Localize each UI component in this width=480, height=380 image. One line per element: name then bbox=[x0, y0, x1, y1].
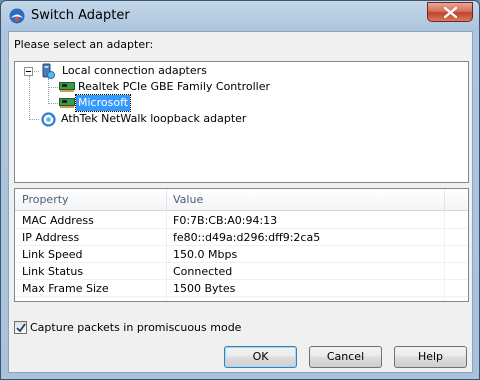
column-divider[interactable] bbox=[444, 189, 445, 211]
help-button[interactable]: Help bbox=[394, 346, 467, 368]
tree-node-label: AthTek NetWalk loopback adapter bbox=[61, 112, 247, 125]
property-value: F0:7B:CB:A0:94:13 bbox=[173, 214, 278, 227]
select-adapter-prompt: Please select an adapter: bbox=[14, 38, 154, 51]
table-row[interactable]: MAC Address F0:7B:CB:A0:94:13 bbox=[15, 212, 468, 229]
property-name: IP Address bbox=[22, 231, 80, 244]
loopback-adapter-icon bbox=[41, 112, 57, 130]
checkmark-icon bbox=[16, 323, 26, 333]
title-bar[interactable]: Switch Adapter bbox=[1, 1, 479, 31]
dialog-body: Please select an adapter: Local connecti… bbox=[8, 31, 473, 373]
tree-node-label: Realtek PCIe GBE Family Controller bbox=[78, 80, 271, 93]
computer-icon bbox=[41, 63, 55, 82]
table-row[interactable]: Link Status Connected bbox=[15, 263, 468, 280]
ok-button[interactable]: OK bbox=[224, 346, 297, 368]
tree-connector bbox=[48, 103, 58, 104]
properties-list[interactable]: Property Value MAC Address F0:7B:CB:A0:9… bbox=[14, 188, 469, 302]
property-name: Link Status bbox=[22, 265, 84, 278]
promiscuous-checkbox[interactable] bbox=[14, 321, 27, 334]
column-header-property[interactable]: Property bbox=[15, 189, 69, 211]
tree-connector bbox=[29, 76, 30, 120]
app-icon bbox=[9, 8, 25, 24]
tree-node-label: Local connection adapters bbox=[62, 64, 207, 77]
tree-node-loopback[interactable]: AthTek NetWalk loopback adapter bbox=[41, 111, 281, 127]
property-name: Max Frame Size bbox=[22, 282, 109, 295]
tree-node-realtek[interactable]: Realtek PCIe GBE Family Controller bbox=[59, 79, 319, 95]
table-row[interactable]: IP Address fe80::d49a:d296:dff9:2ca5 bbox=[15, 229, 468, 246]
switch-adapter-dialog: Switch Adapter Please select an adapter: bbox=[0, 0, 480, 380]
property-value: fe80::d49a:d296:dff9:2ca5 bbox=[173, 231, 321, 244]
collapse-toggle[interactable] bbox=[24, 67, 33, 76]
cancel-button[interactable]: Cancel bbox=[309, 346, 382, 368]
property-value: 1500 Bytes bbox=[173, 282, 236, 295]
property-name: MAC Address bbox=[22, 214, 94, 227]
tree-connector bbox=[29, 119, 39, 120]
column-header-value[interactable]: Value bbox=[166, 189, 203, 211]
promiscuous-label[interactable]: Capture packets in promiscuous mode bbox=[30, 320, 241, 336]
adapter-tree[interactable]: Local connection adapters Realtek PCIe G… bbox=[14, 61, 469, 183]
property-name: Link Speed bbox=[22, 248, 83, 261]
close-button[interactable] bbox=[427, 2, 473, 22]
network-card-icon bbox=[59, 82, 75, 95]
tree-node-local-adapters[interactable]: Local connection adapters bbox=[24, 63, 224, 79]
tree-node-microsoft[interactable]: Microsoft bbox=[59, 94, 199, 112]
property-value: 150.0 Mbps bbox=[173, 248, 238, 261]
properties-header: Property Value bbox=[15, 189, 468, 211]
tree-node-label: Microsoft bbox=[74, 94, 132, 112]
property-value: Connected bbox=[173, 265, 233, 278]
tree-connector bbox=[48, 87, 58, 88]
table-row[interactable]: Link Speed 150.0 Mbps bbox=[15, 246, 468, 263]
close-icon bbox=[444, 7, 457, 18]
network-card-icon bbox=[59, 98, 75, 111]
table-row[interactable]: Max Frame Size 1500 Bytes bbox=[15, 280, 468, 297]
window-title: Switch Adapter bbox=[31, 8, 130, 23]
